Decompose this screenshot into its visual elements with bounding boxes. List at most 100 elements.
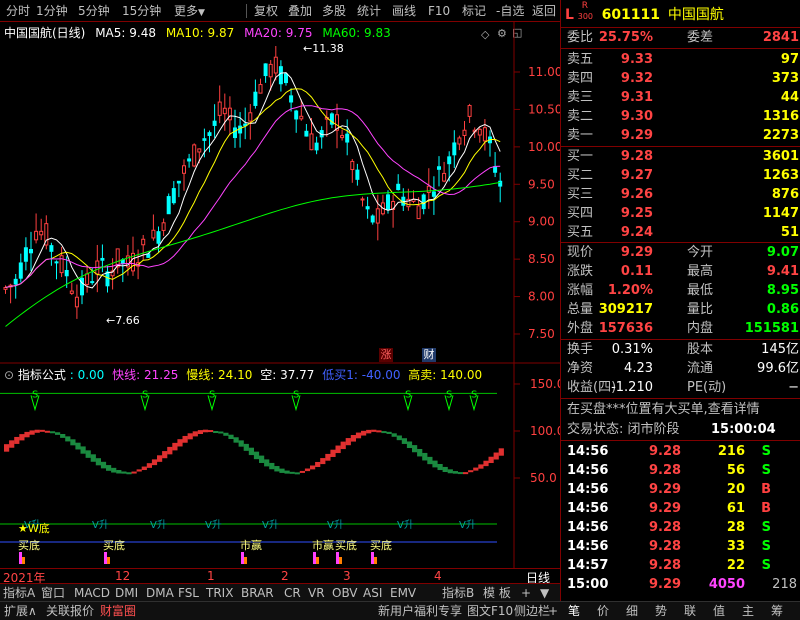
date-label: 1 (207, 569, 215, 583)
tick-time: 14:56 (567, 520, 609, 535)
tab-menu-button[interactable]: ▼ (540, 585, 549, 601)
wealth-circle-button[interactable]: 财富圈 (100, 603, 136, 619)
tab-emv[interactable]: EMV (390, 585, 416, 601)
ribbon-bar (381, 431, 387, 434)
ribbon-bar (432, 460, 438, 468)
tab-indicator-a[interactable]: 指标A (3, 585, 35, 601)
tab-vr[interactable]: VR (308, 585, 325, 601)
tick-direction: S (761, 558, 771, 573)
high-marker: ←11.38 (303, 42, 344, 55)
ribbon-bar (167, 446, 173, 455)
ribbon-bar (126, 472, 132, 475)
tab-macd[interactable]: MACD (74, 585, 110, 601)
stat-label: 现价 (567, 245, 594, 260)
fundamental-value: 0.31% (611, 342, 653, 357)
back-button[interactable]: 返回 (532, 3, 556, 19)
add-tab-button[interactable]: + (521, 585, 531, 601)
fundamental-row[interactable]: 换手 0.31% 股本 145亿 (561, 341, 800, 359)
tab-dmi[interactable]: DMI (115, 585, 138, 601)
ask-row[interactable]: 卖五 9.33 97 (561, 51, 800, 69)
ask-row[interactable]: 卖四 9.32 373 (561, 70, 800, 88)
tab-fsl[interactable]: FSL (178, 585, 199, 601)
tab-brar[interactable]: BRAR (241, 585, 274, 601)
bid-row[interactable]: 买二 9.27 1263 (561, 167, 800, 185)
bid-row[interactable]: 买三 9.26 876 (561, 186, 800, 204)
indicator-chart[interactable]: ⊙ 指标公式 : 0.00 快线: 21.25 慢线: 24.10 空: 37.… (0, 364, 560, 568)
low-marker: ←7.66 (106, 314, 140, 327)
tab-window[interactable]: 窗口 (41, 585, 65, 601)
ribbon-bar (243, 443, 249, 451)
ask-row[interactable]: 卖一 9.29 2273 (561, 127, 800, 145)
stat-value: 9.07 (766, 245, 799, 260)
tab-indicator-b[interactable]: 指标B (442, 585, 474, 601)
overlay-button[interactable]: 叠加 (288, 3, 312, 19)
tick-volume: 61 (726, 501, 745, 516)
stat-row[interactable]: 涨幅 1.20% 最低 8.95 (561, 282, 800, 300)
price-tick-label: 9.00 (528, 215, 555, 229)
ask-row[interactable]: 卖二 9.30 1316 (561, 108, 800, 126)
limit-up-badge[interactable]: 涨 (379, 348, 393, 362)
buy-signal-bar (244, 557, 247, 564)
candle-body (233, 127, 237, 139)
f10-text-button[interactable]: 图文F10 (467, 603, 513, 619)
tab-dma[interactable]: DMA (146, 585, 174, 601)
stat-row[interactable]: 现价 9.29 今开 9.07 (561, 244, 800, 262)
candle-body (29, 248, 33, 254)
candle-body (482, 127, 487, 142)
bid-row[interactable]: 买一 9.28 3601 (561, 148, 800, 166)
detail-tab[interactable]: 主 (742, 603, 754, 619)
tab-asi[interactable]: ASI (363, 585, 382, 601)
tick-price: 9.29 (649, 577, 682, 592)
detail-tab[interactable]: 价 (597, 603, 609, 619)
big-order-notice[interactable]: 在买盘***位置有大买单,查看详情 (561, 401, 800, 419)
tab-template[interactable]: 模 板 (483, 585, 511, 601)
detail-tab[interactable]: 值 (713, 603, 725, 619)
detail-tab[interactable]: 细 (626, 603, 638, 619)
ribbon-bar (248, 447, 254, 456)
add-button[interactable]: + (548, 603, 558, 619)
price-tick-label: 8.50 (528, 252, 555, 266)
fundamental-row[interactable]: 收益(四) -1.210 PE(动) − (561, 379, 800, 397)
candle-body (23, 247, 28, 262)
sidebar-button[interactable]: 侧边栏 (514, 603, 550, 619)
detail-tab[interactable]: 势 (655, 603, 667, 619)
detail-tab[interactable]: 联 (684, 603, 696, 619)
stat-row[interactable]: 外盘 157636 内盘 151581 (561, 320, 800, 338)
tab-cr[interactable]: CR (284, 585, 301, 601)
tab-obv[interactable]: OBV (332, 585, 358, 601)
detail-tabbar: 笔价细势联值主筹 (560, 601, 800, 620)
tick-time: 14:56 (567, 539, 609, 554)
tab-more[interactable]: 更多▼ (174, 3, 205, 19)
f10-button[interactable]: F10 (428, 3, 450, 19)
candle-body (477, 128, 482, 136)
multi-stock-button[interactable]: 多股 (322, 3, 346, 19)
tab-15min[interactable]: 15分钟 (122, 3, 161, 19)
tab-5min[interactable]: 5分钟 (78, 3, 110, 19)
buy-signal-bar (107, 557, 110, 564)
ribbon-bar (452, 471, 458, 474)
remove-watchlist-button[interactable]: -自选 (496, 3, 524, 19)
stat-row[interactable]: 总量 309217 量比 0.86 (561, 301, 800, 319)
ask-row[interactable]: 卖三 9.31 44 (561, 89, 800, 107)
detail-tab[interactable]: 筹 (771, 603, 783, 619)
stats-button[interactable]: 统计 (357, 3, 381, 19)
tab-trix[interactable]: TRIX (206, 585, 233, 601)
ribbon-bar (253, 451, 260, 460)
new-user-benefit-link[interactable]: 新用户福利专享 (378, 603, 462, 619)
expand-button[interactable]: 扩展∧ (4, 603, 37, 619)
adjust-button[interactable]: 复权 (254, 3, 278, 19)
price-tick-label: 8.00 (528, 290, 555, 304)
tab-1min[interactable]: 1分钟 (36, 3, 68, 19)
finance-badge[interactable]: 财 (422, 348, 436, 362)
mark-button[interactable]: 标记 (462, 3, 486, 19)
stat-row[interactable]: 涨跌 0.11 最高 9.41 (561, 263, 800, 281)
draw-line-button[interactable]: 画线 (392, 3, 416, 19)
ribbon-bar (19, 434, 25, 441)
bid-row[interactable]: 买四 9.25 1147 (561, 205, 800, 223)
related-quotes-button[interactable]: 关联报价 (46, 603, 94, 619)
detail-tab[interactable]: 笔 (568, 603, 580, 619)
tab-intraday[interactable]: 分时 (6, 3, 30, 19)
bid-row[interactable]: 买五 9.24 51 (561, 224, 800, 242)
kline-chart[interactable]: 中国国航(日线) MA5: 9.48 MA10: 9.87 MA20: 9.75… (0, 22, 560, 364)
fundamental-row[interactable]: 净资 4.23 流通 99.6亿 (561, 360, 800, 378)
